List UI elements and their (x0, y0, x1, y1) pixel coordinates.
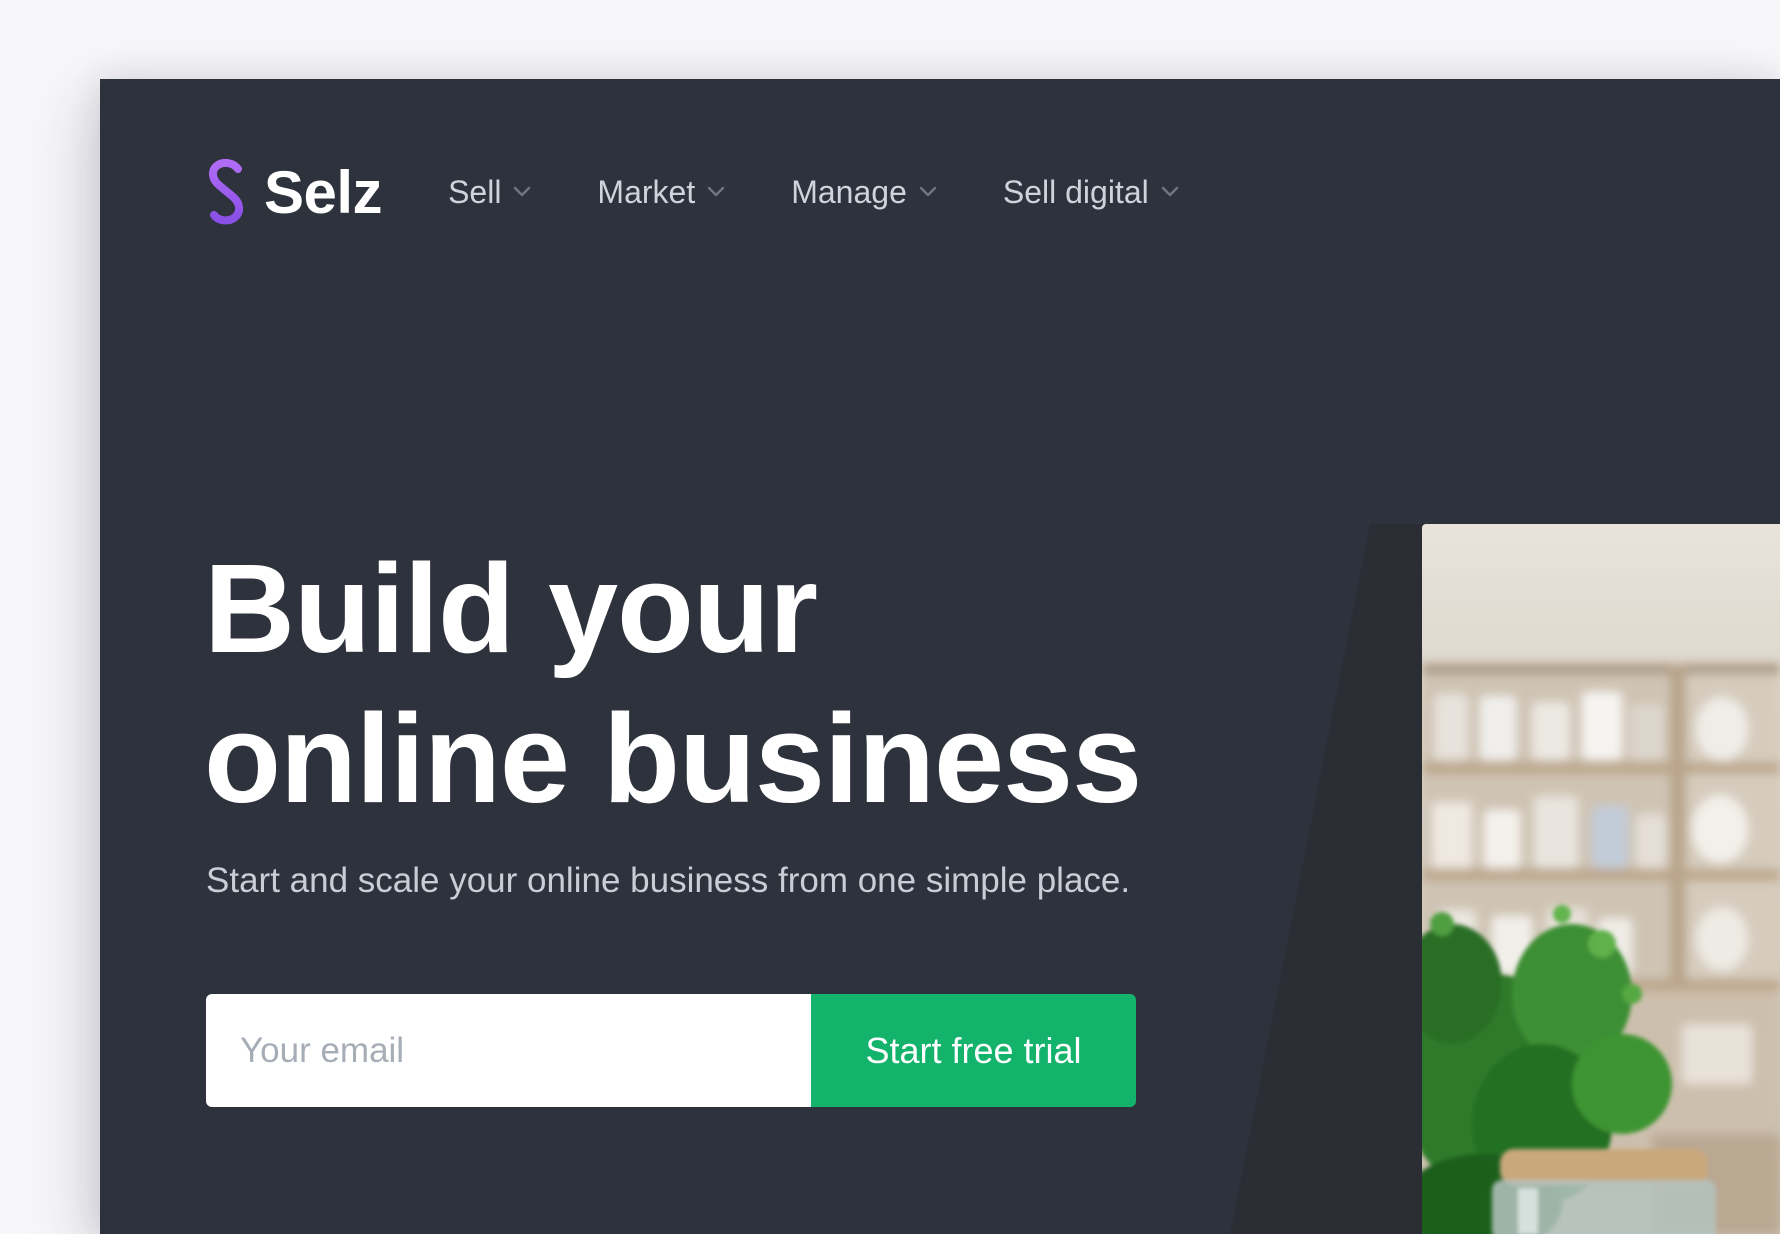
nav-item-label: Sell digital (1002, 173, 1149, 210)
brand-name: Selz (264, 158, 383, 226)
hero-photo (1422, 524, 1780, 1234)
nav-item-label: Manage (791, 173, 907, 210)
hero-title: Build your online business (204, 534, 1204, 834)
kitchen-shelf-photo (1422, 524, 1780, 1234)
chevron-down-icon (514, 186, 531, 197)
nav-item-manage[interactable]: Manage (791, 174, 937, 211)
hero-title-line-2: online business (204, 688, 1142, 829)
email-input[interactable] (206, 994, 811, 1107)
nav-item-market[interactable]: Market (597, 174, 725, 211)
chevron-down-icon (708, 186, 725, 197)
nav-item-label: Sell (448, 173, 502, 210)
hero-subtitle: Start and scale your online business fro… (206, 861, 1131, 900)
selz-logo[interactable]: Selz (204, 158, 383, 227)
nav-item-label: Market (597, 173, 696, 210)
nav-item-sell[interactable]: Sell (448, 174, 531, 211)
selz-logo-icon (209, 159, 243, 225)
chevron-down-icon (919, 186, 937, 197)
nav-item-sell-digital[interactable]: Sell digital (1003, 174, 1179, 211)
start-free-trial-button[interactable]: Start free trial (811, 994, 1136, 1107)
hero-title-line-1: Build your (204, 538, 818, 679)
chevron-down-icon (1161, 186, 1178, 197)
main-nav: Selz Sell Market Manage Sell digital (204, 157, 1245, 227)
signup-form: Start free trial (206, 994, 1136, 1107)
app-window: Selz Sell Market Manage Sell digital Bui… (100, 79, 1780, 1234)
